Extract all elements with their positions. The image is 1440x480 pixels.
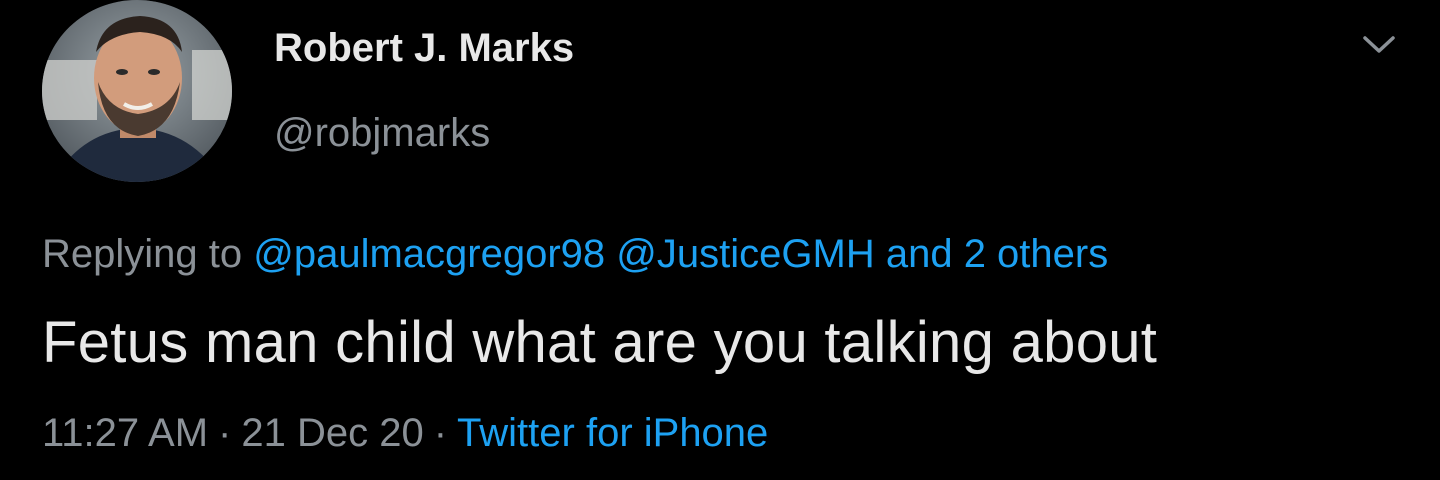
tweet-card: Robert J. Marks @robjmarks Replying to @…: [0, 0, 1440, 480]
author-display-name[interactable]: Robert J. Marks: [274, 26, 574, 71]
meta-separator: ·: [433, 411, 448, 455]
mention-link-justicegmh[interactable]: @JusticeGMH: [616, 232, 874, 276]
tweet-date[interactable]: 21 Dec 20: [241, 411, 423, 455]
tweet-meta: 11:27 AM · 21 Dec 20 · Twitter for iPhone: [42, 411, 768, 456]
meta-separator: ·: [218, 411, 232, 455]
replying-to-label: Replying to: [42, 232, 243, 276]
author-handle[interactable]: @robjmarks: [274, 111, 490, 156]
tweet-time[interactable]: 11:27 AM: [42, 411, 208, 455]
tweet-source-link[interactable]: Twitter for iPhone: [457, 411, 768, 455]
tweet-text: Fetus man child what are you talking abo…: [42, 310, 1158, 375]
profile-photo-icon: [42, 0, 232, 182]
chevron-down-icon: [1363, 36, 1395, 53]
avatar[interactable]: [42, 0, 232, 182]
mention-link-paulmacgregor98[interactable]: @paulmacgregor98: [253, 232, 605, 276]
others-link[interactable]: and 2 others: [886, 232, 1108, 276]
more-options-button[interactable]: [1356, 28, 1402, 62]
replying-to-line: Replying to @paulmacgregor98 @JusticeGMH…: [42, 232, 1108, 277]
